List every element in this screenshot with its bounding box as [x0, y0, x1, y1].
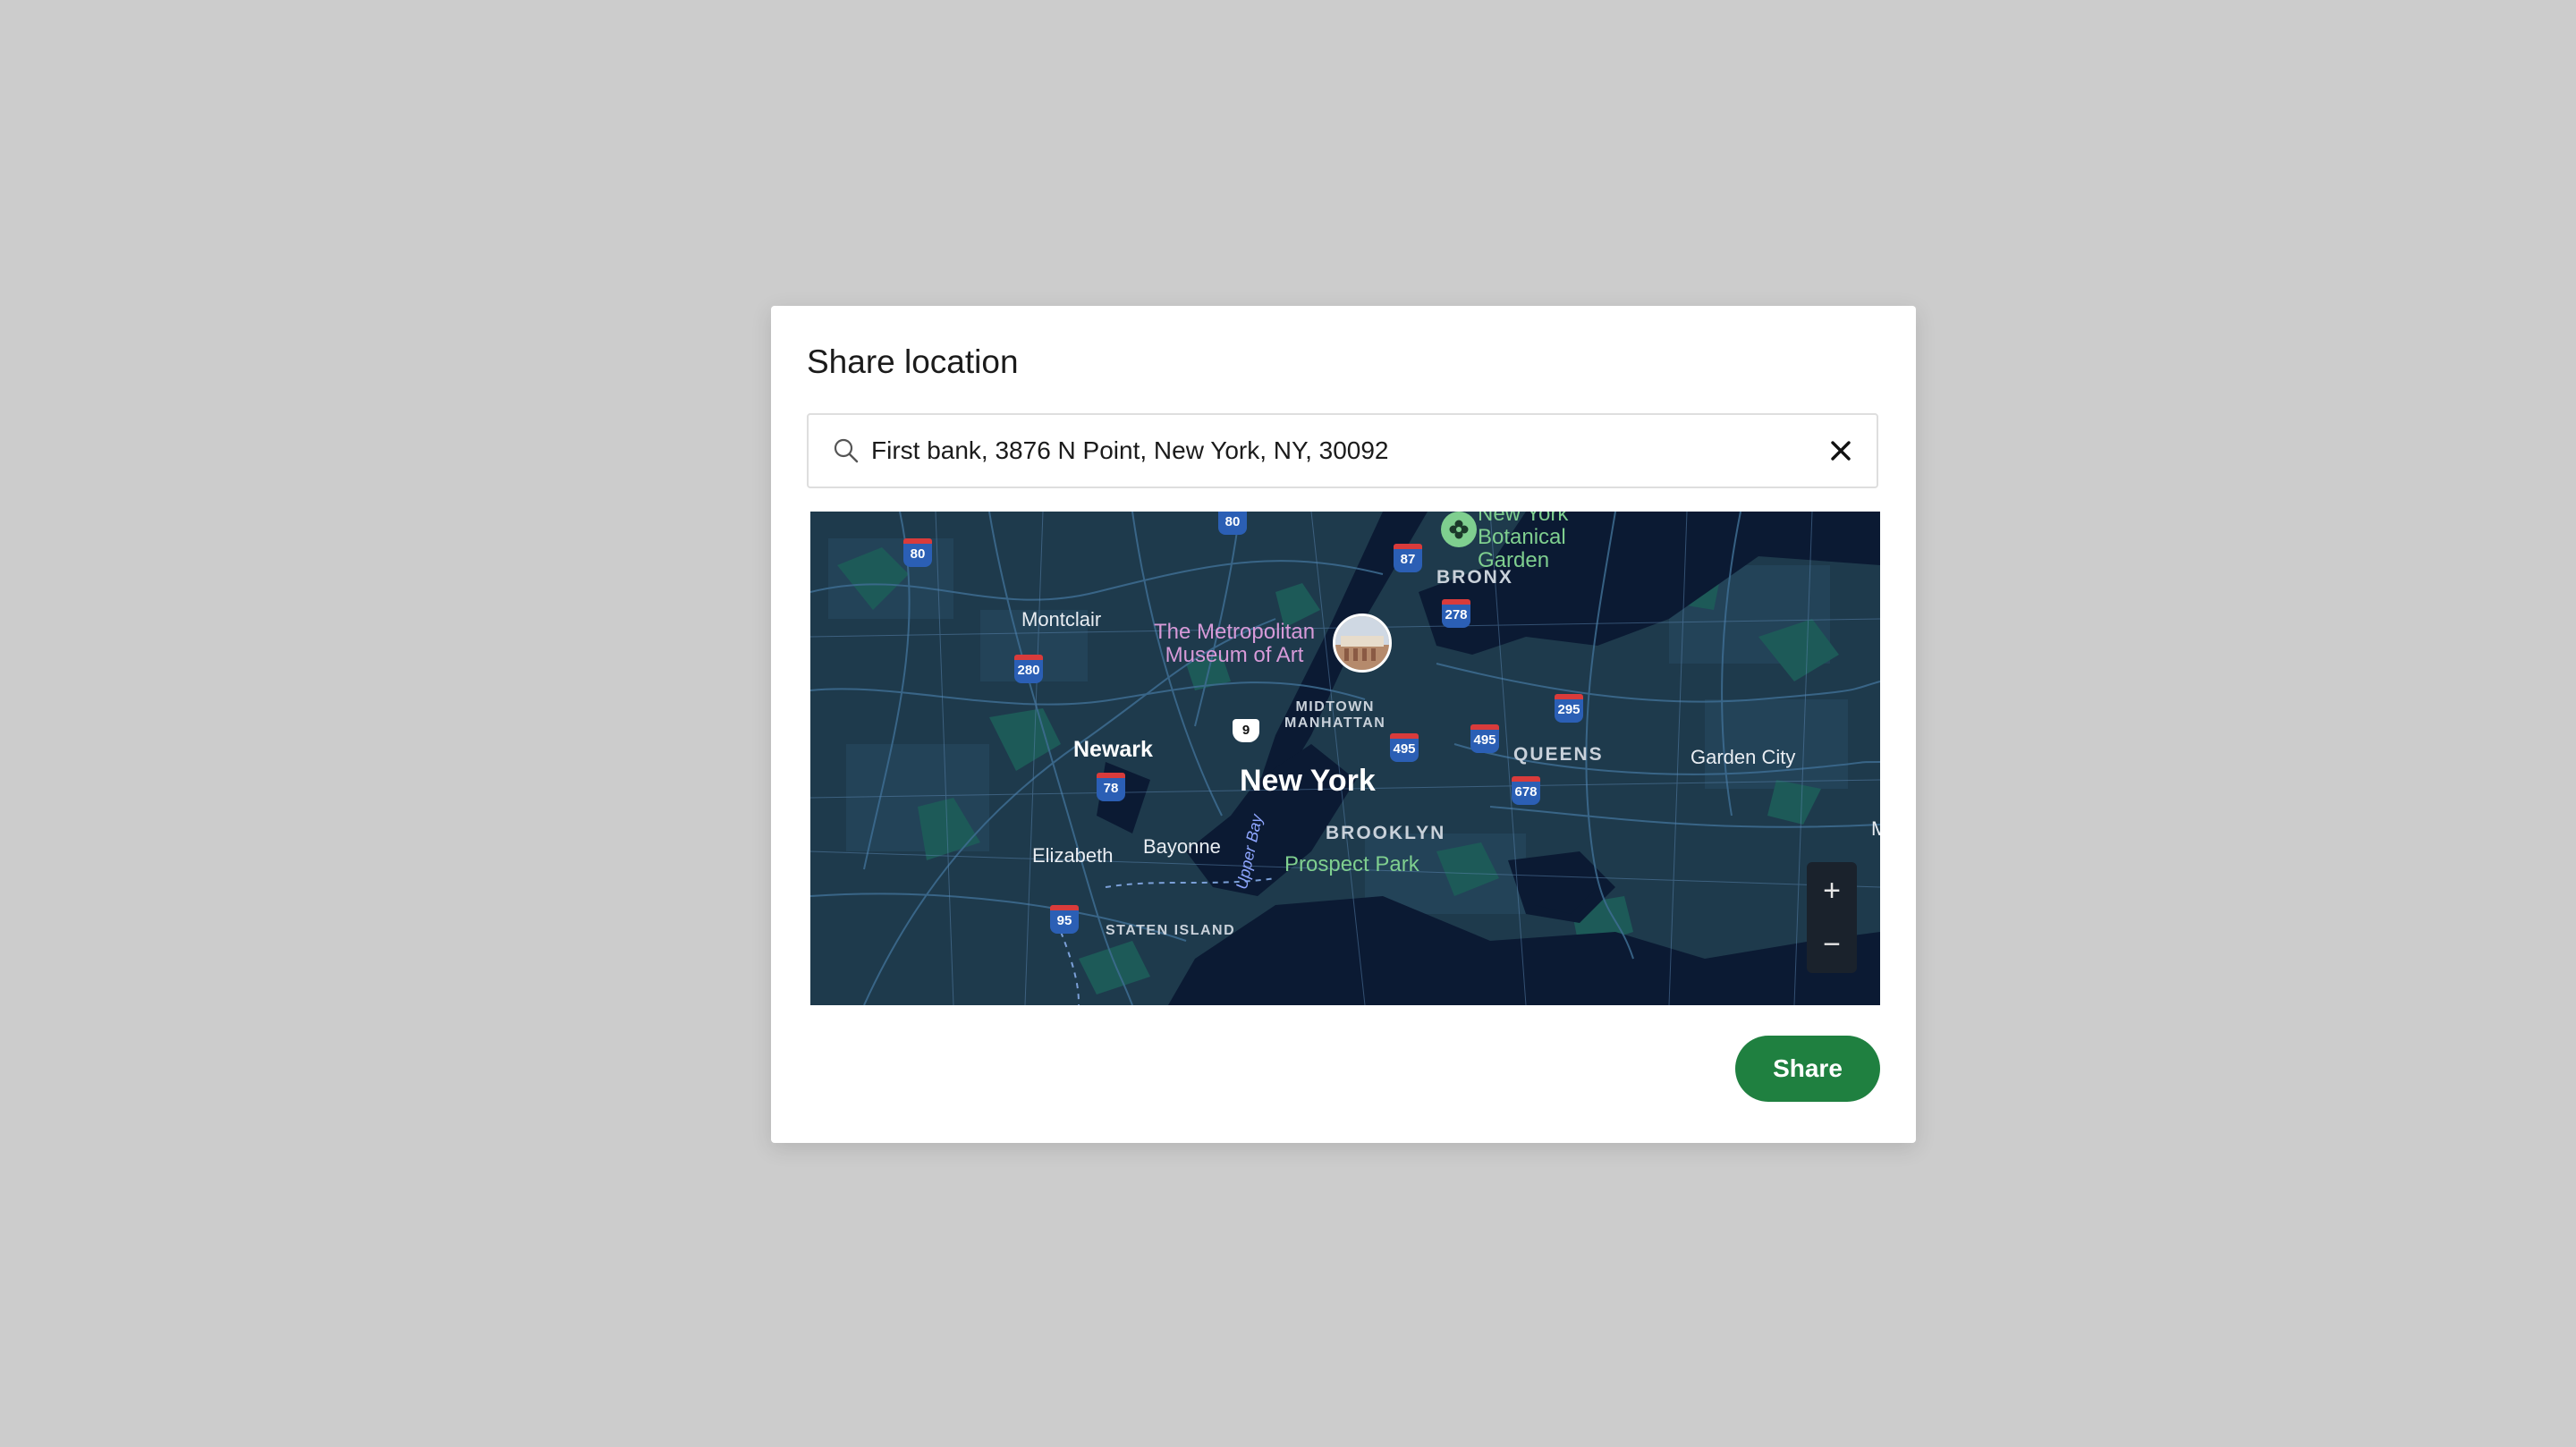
map-label-staten-island: STATEN ISLAND: [1106, 923, 1236, 938]
shield-i295: 295: [1555, 694, 1583, 723]
shield-i78: 78: [1097, 773, 1125, 801]
clear-search-button[interactable]: [1823, 433, 1859, 469]
share-button[interactable]: Share: [1735, 1036, 1880, 1102]
shield-i278: 278: [1442, 599, 1470, 628]
map-label-bronx: BRONX: [1436, 567, 1513, 588]
flower-icon: [1449, 520, 1469, 539]
botanical-garden-pin[interactable]: [1441, 512, 1477, 547]
shield-i495-east: 495: [1470, 724, 1499, 753]
close-icon: [1831, 441, 1851, 461]
shield-i87: 87: [1394, 544, 1422, 572]
map-label-queens: QUEENS: [1513, 744, 1604, 765]
map-label-bayonne: Bayonne: [1143, 835, 1221, 858]
shield-i95: 95: [1050, 905, 1079, 934]
map-label-midtown-manhattan: MIDTOWN MANHATTAN: [1284, 699, 1386, 731]
shield-i80-east: 80: [1218, 512, 1247, 535]
shield-i80-west: 80: [903, 538, 932, 567]
map-label-prospect-park: Prospect Park: [1284, 852, 1419, 876]
zoom-in-button[interactable]: +: [1807, 864, 1857, 918]
map-label-elizabeth: Elizabeth: [1032, 844, 1114, 867]
search-icon: [834, 438, 859, 463]
map-label-botanical-garden: New York Botanical Garden: [1478, 512, 1569, 572]
map-label-metropolitan-museum: The Metropolitan Museum of Art: [1154, 620, 1316, 667]
zoom-control: + −: [1807, 862, 1857, 973]
zoom-out-button[interactable]: −: [1807, 918, 1857, 971]
location-search-input[interactable]: [871, 415, 1766, 487]
shield-us9: 9: [1233, 719, 1259, 742]
shield-i280: 280: [1014, 655, 1043, 683]
map-label-garden-city: Garden City: [1690, 746, 1796, 768]
shield-i495-west: 495: [1390, 733, 1419, 762]
map-label-brooklyn: BROOKLYN: [1326, 823, 1446, 843]
share-location-dialog: Share location First bank, 3876 N Point,…: [771, 306, 1916, 1143]
metropolitan-museum-pin[interactable]: [1333, 613, 1392, 673]
dialog-title: Share location: [807, 343, 1019, 380]
map-label-new-york: New York: [1240, 764, 1376, 798]
museum-photo-icon: [1335, 616, 1389, 670]
map-label-newark: Newark: [1073, 737, 1153, 762]
search-box: [807, 413, 1878, 488]
map-label-montclair: Montclair: [1021, 608, 1102, 630]
map-view[interactable]: New York Botanical Garden BRONX Montclai…: [810, 512, 1880, 1005]
map-label-edge: M: [1871, 817, 1880, 840]
shield-i678: 678: [1512, 776, 1540, 805]
